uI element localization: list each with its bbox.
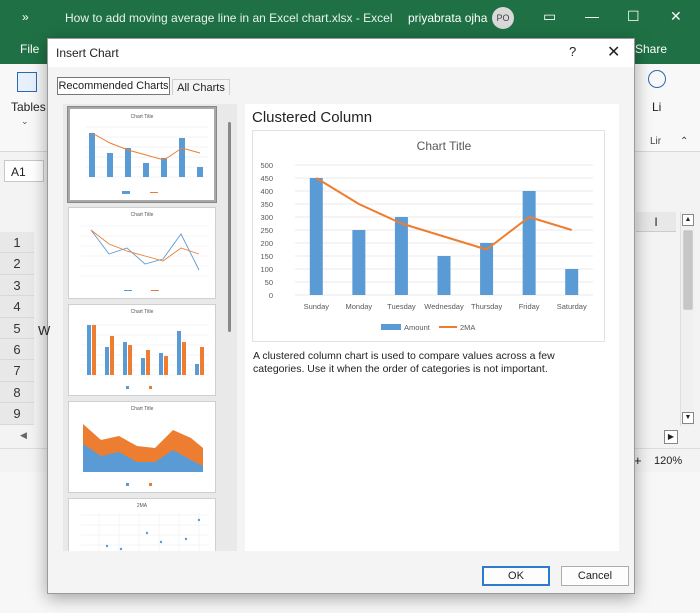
- row-header-5[interactable]: 5: [0, 317, 34, 339]
- file-menu[interactable]: File: [20, 42, 39, 56]
- link-button-label[interactable]: Li: [652, 100, 661, 114]
- x-tick-label: Thursday: [471, 302, 503, 311]
- close-icon[interactable]: ✕: [607, 42, 620, 62]
- thumbnail-title: Chart Title: [131, 309, 154, 315]
- preview-chart-type-title: Clustered Column: [252, 109, 373, 126]
- chart-description: A clustered column chart is used to comp…: [253, 350, 555, 375]
- excel-titlebar: » How to add moving average line in an E…: [0, 0, 700, 36]
- close-window-icon[interactable]: ✕: [670, 8, 682, 25]
- ok-button[interactable]: OK: [482, 566, 550, 586]
- row-header-4[interactable]: 4: [0, 296, 34, 318]
- y-tick-label: 50: [265, 278, 273, 287]
- bar-friday: [522, 191, 536, 295]
- legend-swatch-amount: [381, 324, 401, 330]
- user-name[interactable]: priyabrata ojha: [408, 11, 487, 25]
- quick-access-chevron-icon[interactable]: »: [22, 10, 29, 24]
- row-header-8[interactable]: 8: [0, 381, 34, 404]
- row-header-1[interactable]: 1: [0, 232, 34, 254]
- x-tick-label: Friday: [519, 302, 540, 311]
- y-tick-label: 250: [260, 226, 273, 235]
- x-tick-label: Monday: [346, 302, 373, 311]
- chart-title: Chart Title: [417, 139, 472, 153]
- chevron-down-icon[interactable]: ⌄: [21, 116, 29, 127]
- thumbnail-title: Chart Title: [131, 406, 154, 412]
- maximize-icon[interactable]: ☐: [627, 8, 640, 25]
- thumbnail-scatter[interactable]: 2MA: [68, 498, 216, 551]
- scroll-left-icon[interactable]: ◀: [20, 430, 27, 441]
- cancel-button[interactable]: Cancel: [561, 566, 629, 586]
- thumbnail-title: Chart Title: [131, 114, 154, 120]
- recommended-charts-list[interactable]: Chart Title Chart Title Chart Title Char…: [63, 104, 237, 551]
- row-header-6[interactable]: 6: [0, 338, 34, 361]
- scroll-up-icon[interactable]: ▲: [682, 214, 694, 226]
- thumbnail-scrollbar[interactable]: [228, 122, 231, 332]
- bar-tuesday: [394, 217, 408, 295]
- bar-monday: [352, 230, 366, 295]
- bar-saturday: [565, 269, 579, 295]
- share-button[interactable]: Share: [635, 42, 667, 56]
- minimize-icon[interactable]: —: [585, 8, 599, 24]
- row-header-7[interactable]: 7: [0, 360, 34, 382]
- help-icon[interactable]: ?: [569, 44, 576, 59]
- x-tick-label: Sunday: [304, 302, 330, 311]
- bar-wednesday: [437, 256, 451, 295]
- tab-recommended-charts[interactable]: Recommended Charts: [57, 77, 170, 95]
- zoom-level[interactable]: 120%: [654, 455, 682, 467]
- vertical-scrollbar[interactable]: ▲ ▼: [680, 212, 694, 426]
- y-tick-label: 500: [260, 161, 273, 170]
- x-tick-label: Saturday: [557, 302, 587, 311]
- y-tick-label: 400: [260, 187, 273, 196]
- thumbnail-title: Chart Title: [131, 212, 154, 218]
- y-tick-label: 300: [260, 213, 273, 222]
- ribbon-display-icon[interactable]: ▭: [543, 8, 556, 25]
- dialog-titlebar: Insert Chart ? ✕: [48, 39, 634, 67]
- row-header-3[interactable]: 3: [0, 274, 34, 297]
- y-tick-label: 150: [260, 252, 273, 261]
- tab-all-charts[interactable]: All Charts: [172, 79, 230, 95]
- bar-sunday: [309, 178, 323, 295]
- y-tick-label: 100: [260, 265, 273, 274]
- collapse-ribbon-icon[interactable]: ⌃: [680, 136, 688, 147]
- tables-label[interactable]: Tables: [11, 100, 46, 114]
- avatar[interactable]: PO: [492, 7, 514, 29]
- legend-label-2ma: 2MA: [460, 323, 475, 332]
- chart-preview-panel: Clustered Column Chart Title 0 50 100 150 200…: [245, 104, 619, 551]
- dialog-title: Insert Chart: [56, 46, 119, 60]
- thumbnail-clustered-column[interactable]: Chart Title: [68, 107, 216, 202]
- y-tick-label: 350: [260, 200, 273, 209]
- thumbnail-title: 2MA: [137, 503, 148, 509]
- row-header-2[interactable]: 2: [0, 253, 34, 275]
- document-title: How to add moving average line in an Exc…: [65, 11, 393, 25]
- insert-chart-dialog: Insert Chart ? ✕ Recommended Charts All …: [47, 38, 635, 594]
- y-tick-label: 450: [260, 174, 273, 183]
- thumbnail-two-series-column[interactable]: Chart Title: [68, 304, 216, 396]
- y-tick-label: 0: [269, 291, 273, 300]
- row-headers: 123456789: [0, 232, 34, 425]
- scroll-right-icon[interactable]: ▶: [664, 430, 678, 444]
- y-tick-label: 200: [260, 239, 273, 248]
- globe-icon[interactable]: [648, 70, 666, 88]
- tables-icon[interactable]: [17, 72, 37, 92]
- links-group-label: Lir: [650, 136, 662, 147]
- legend-label-amount: Amount: [404, 323, 431, 332]
- name-box[interactable]: A1: [4, 160, 44, 182]
- x-tick-label: Wednesday: [424, 302, 464, 311]
- x-tick-label: Tuesday: [387, 302, 416, 311]
- main-chart-svg: Chart Title 0 50 100 150 200 250 300 350 400 450 50…: [260, 139, 593, 332]
- bar-thursday: [480, 243, 494, 295]
- cell-a5-text[interactable]: W: [38, 323, 50, 338]
- zoom-in-icon[interactable]: +: [634, 453, 642, 468]
- row-header-9[interactable]: 9: [0, 403, 34, 425]
- thumbnail-stacked-area[interactable]: Chart Title: [68, 401, 216, 493]
- preview-chart-area: Chart Title 0 50 100 150 200 250 300 350 400 450 50…: [252, 130, 605, 342]
- thumbnail-line-chart[interactable]: Chart Title: [68, 207, 216, 299]
- column-header-i[interactable]: I: [636, 212, 676, 232]
- scroll-down-icon[interactable]: ▼: [682, 412, 694, 424]
- scroll-thumb[interactable]: [683, 230, 693, 310]
